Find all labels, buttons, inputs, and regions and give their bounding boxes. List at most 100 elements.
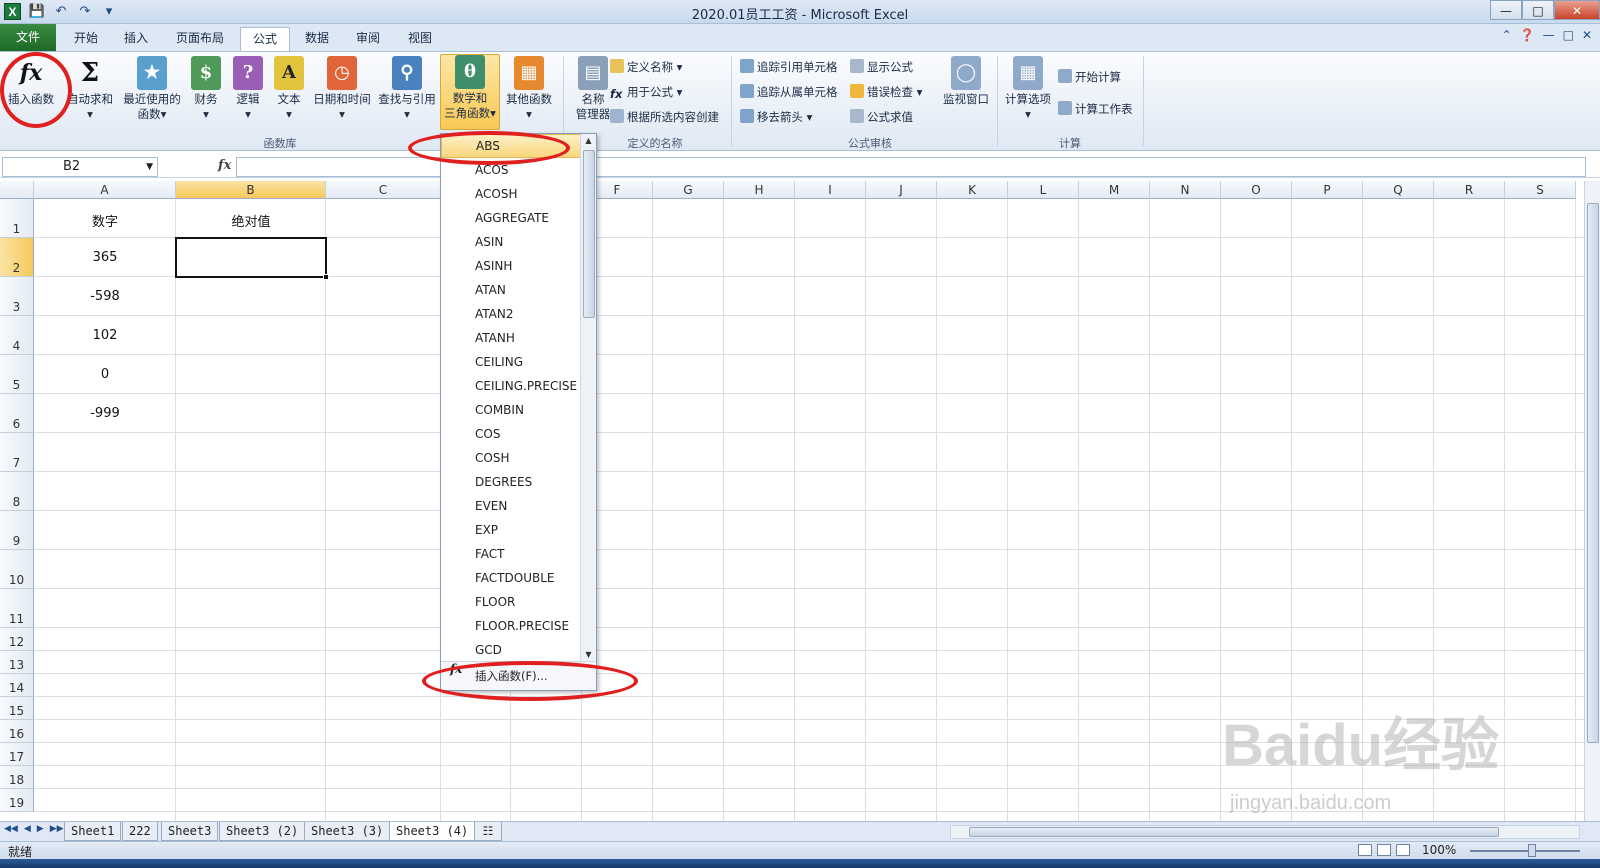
column-header-l[interactable]: L [1008,181,1079,199]
function-item-ceiling[interactable]: CEILING [441,350,581,374]
row-header-19[interactable]: 19 [0,789,34,812]
cell-a4[interactable]: 102 [34,328,176,343]
column-header-h[interactable]: H [724,181,795,199]
more-functions-button[interactable]: ▦ 其他函数 ▾ [502,56,556,122]
function-item-gcd[interactable]: GCD [441,638,581,662]
function-item-atan[interactable]: ATAN [441,278,581,302]
function-item-floor-precise[interactable]: FLOOR.PRECISE [441,614,581,638]
vertical-scroll-thumb[interactable] [1587,203,1599,743]
function-item-fact[interactable]: FACT [441,542,581,566]
function-item-factdouble[interactable]: FACTDOUBLE [441,566,581,590]
sheet-tab-active[interactable]: Sheet3 (4) [389,822,476,841]
insert-function-menu-item[interactable]: fx 插入函数(F)... [441,661,596,690]
use-in-formula-button[interactable]: fx 用于公式 ▾ [610,83,682,101]
column-header-a[interactable]: A [34,181,176,199]
row-header-7[interactable]: 7 [0,433,34,472]
tab-file[interactable]: 文件 [0,24,56,51]
cell-a6[interactable]: -999 [34,406,176,421]
scroll-down-icon[interactable]: ▼ [581,648,596,662]
row-header-11[interactable]: 11 [0,589,34,628]
recently-used-button[interactable]: ★ 最近使用的 函数▾ [120,56,184,122]
function-item-degrees[interactable]: DEGREES [441,470,581,494]
row-header-12[interactable]: 12 [0,628,34,651]
doc-restore-icon[interactable]: □ [1563,28,1574,42]
row-header-5[interactable]: 5 [0,355,34,394]
cell-b1[interactable]: 绝对值 [176,211,326,230]
column-header-o[interactable]: O [1221,181,1292,199]
fill-handle[interactable] [323,274,329,280]
function-item-ceiling-precise[interactable]: CEILING.PRECISE [441,374,581,398]
zoom-slider-knob[interactable] [1528,844,1536,857]
math-trig-button[interactable]: θ 数学和 三角函数▾ [440,54,500,130]
function-item-atan2[interactable]: ATAN2 [441,302,581,326]
tab-insert[interactable]: 插入 [112,27,160,51]
row-header-17[interactable]: 17 [0,743,34,766]
function-item-atanh[interactable]: ATANH [441,326,581,350]
chevron-down-icon[interactable]: ▼ [146,158,153,176]
column-header-j[interactable]: J [866,181,937,199]
tab-view[interactable]: 视图 [396,27,444,51]
select-all-corner[interactable] [0,181,34,199]
dropdown-scroll-thumb[interactable] [583,150,595,318]
cell-a1[interactable]: 数字 [34,211,176,230]
page-layout-view-icon[interactable] [1377,844,1391,856]
column-header-g[interactable]: G [653,181,724,199]
text-button[interactable]: A 文本 ▾ [272,56,306,122]
tab-home[interactable]: 开始 [62,27,110,51]
row-header-3[interactable]: 3 [0,277,34,316]
column-header-s[interactable]: S [1505,181,1576,199]
tab-page-layout[interactable]: 页面布局 [164,27,236,51]
name-box[interactable]: B2 ▼ [2,157,158,177]
column-header-i[interactable]: I [795,181,866,199]
function-item-abs[interactable]: ABS [441,134,581,158]
calculate-sheet-button[interactable]: 计算工作表 [1058,100,1133,118]
doc-minimize-icon[interactable]: — [1543,28,1555,42]
show-formulas-button[interactable]: 显示公式 [850,58,913,76]
minimize-ribbon-icon[interactable]: ⌃ [1502,28,1512,42]
row-header-6[interactable]: 6 [0,394,34,433]
row-header-16[interactable]: 16 [0,720,34,743]
horizontal-scrollbar[interactable] [950,825,1580,839]
sheet-tab[interactable]: Sheet1 [64,822,122,841]
column-header-k[interactable]: K [937,181,1008,199]
function-item-cos[interactable]: COS [441,422,581,446]
watch-window-button[interactable]: ◯ 监视窗口 [938,56,994,107]
evaluate-formula-button[interactable]: 公式求值 [850,108,913,126]
normal-view-icon[interactable] [1358,844,1372,856]
column-header-q[interactable]: Q [1363,181,1434,199]
function-item-asin[interactable]: ASIN [441,230,581,254]
remove-arrows-button[interactable]: 移去箭头 ▾ [740,108,812,126]
column-header-r[interactable]: R [1434,181,1505,199]
cell-a5[interactable]: 0 [34,367,176,382]
scroll-up-icon[interactable]: ▲ [581,134,596,148]
row-header-9[interactable]: 9 [0,511,34,550]
function-item-cosh[interactable]: COSH [441,446,581,470]
function-item-combin[interactable]: COMBIN [441,398,581,422]
calculate-now-button[interactable]: 开始计算 [1058,68,1121,86]
horizontal-scroll-thumb[interactable] [969,827,1499,837]
trace-dependents-button[interactable]: 追踪从属单元格 [740,83,838,101]
zoom-slider[interactable] [1470,850,1580,852]
help-icon[interactable]: ❓ [1520,28,1535,42]
dropdown-scrollbar[interactable]: ▲ ▼ [580,134,596,662]
sheet-tab[interactable]: 222 [122,822,158,841]
autosum-button[interactable]: Σ 自动求和 ▾ [62,56,118,122]
next-sheet-icon[interactable]: ▶ [37,824,44,834]
tab-review[interactable]: 审阅 [344,27,392,51]
function-item-asinh[interactable]: ASINH [441,254,581,278]
sheet-tab[interactable]: Sheet3 [161,822,219,841]
cell-a3[interactable]: -598 [34,289,176,304]
last-sheet-icon[interactable]: ▶▶ [50,824,64,834]
create-from-selection-button[interactable]: 根据所选内容创建 [610,108,719,126]
column-header-m[interactable]: M [1079,181,1150,199]
function-item-aggregate[interactable]: AGGREGATE [441,206,581,230]
vertical-scrollbar[interactable] [1584,181,1600,821]
formula-input[interactable] [236,157,1586,177]
restore-icon[interactable]: □ [1522,0,1554,20]
sheet-tab[interactable]: Sheet3 (3) [304,822,391,841]
row-header-13[interactable]: 13 [0,651,34,674]
column-header-p[interactable]: P [1292,181,1363,199]
row-header-4[interactable]: 4 [0,316,34,355]
datetime-button[interactable]: ◷ 日期和时间 ▾ [310,56,374,122]
row-header-2[interactable]: 2 [0,238,34,277]
